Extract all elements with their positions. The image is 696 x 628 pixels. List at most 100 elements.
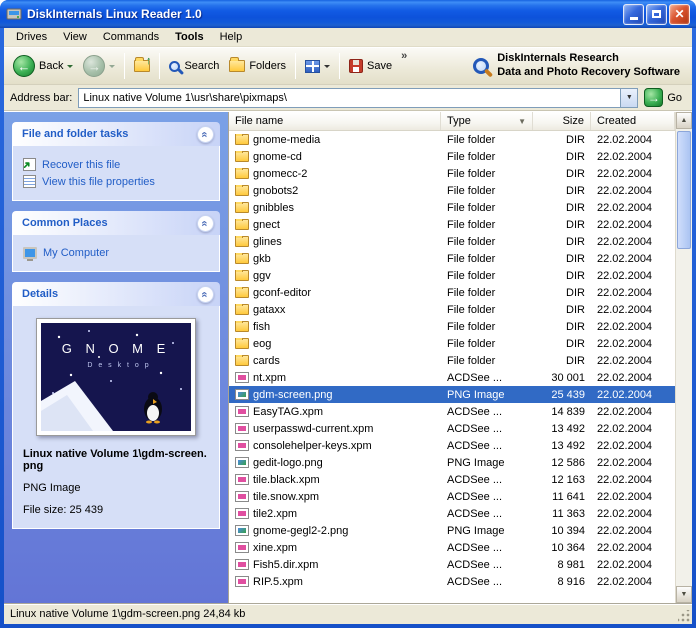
table-row[interactable]: gnome-cd File folder DIR 22.02.2004 bbox=[229, 148, 675, 165]
titlebar[interactable]: DiskInternals Linux Reader 1.0 ✕ bbox=[0, 0, 696, 28]
file-created: 22.02.2004 bbox=[591, 542, 675, 554]
address-input[interactable] bbox=[79, 89, 620, 107]
table-row[interactable]: Fish5.dir.xpm ACDSee ... 8 981 22.02.200… bbox=[229, 556, 675, 573]
menu-item-commands[interactable]: Commands bbox=[95, 29, 167, 45]
list-header: File name Type ▼ Size Created bbox=[229, 112, 675, 131]
tasks-pane-header[interactable]: File and folder tasks » bbox=[12, 122, 220, 146]
maximize-button[interactable] bbox=[646, 4, 667, 25]
file-size: 14 839 bbox=[533, 406, 591, 418]
views-button[interactable] bbox=[300, 58, 335, 75]
table-row[interactable]: ggv File folder DIR 22.02.2004 bbox=[229, 267, 675, 284]
table-row[interactable]: consolehelper-keys.xpm ACDSee ... 13 492… bbox=[229, 437, 675, 454]
table-row[interactable]: tile.snow.xpm ACDSee ... 11 641 22.02.20… bbox=[229, 488, 675, 505]
statusbar: Linux native Volume 1\gdm-screen.png 24,… bbox=[4, 603, 692, 624]
places-pane-header[interactable]: Common Places » bbox=[12, 211, 220, 235]
table-row[interactable]: gataxx File folder DIR 22.02.2004 bbox=[229, 301, 675, 318]
table-row[interactable]: cards File folder DIR 22.02.2004 bbox=[229, 352, 675, 369]
table-row[interactable]: glines File folder DIR 22.02.2004 bbox=[229, 233, 675, 250]
table-row[interactable]: userpasswd-current.xpm ACDSee ... 13 492… bbox=[229, 420, 675, 437]
table-row[interactable]: gnibbles File folder DIR 22.02.2004 bbox=[229, 199, 675, 216]
file-name: glines bbox=[253, 236, 282, 248]
go-button[interactable]: → Go bbox=[644, 88, 686, 107]
table-row[interactable]: gnobots2 File folder DIR 22.02.2004 bbox=[229, 182, 675, 199]
table-row[interactable]: eog File folder DIR 22.02.2004 bbox=[229, 335, 675, 352]
task-view-properties[interactable]: View this file properties bbox=[23, 175, 209, 188]
table-row[interactable]: gnome-gegl2-2.png PNG Image 10 394 22.02… bbox=[229, 522, 675, 539]
table-row[interactable]: EasyTAG.xpm ACDSee ... 14 839 22.02.2004 bbox=[229, 403, 675, 420]
file-icon bbox=[235, 440, 249, 451]
file-created: 22.02.2004 bbox=[591, 508, 675, 520]
folders-button[interactable]: Folders bbox=[224, 58, 291, 74]
table-row[interactable]: gdm-screen.png PNG Image 25 439 22.02.20… bbox=[229, 386, 675, 403]
file-size: DIR bbox=[533, 304, 591, 316]
scrollbar-thumb[interactable] bbox=[677, 131, 691, 249]
my-computer-icon bbox=[23, 247, 37, 259]
back-button[interactable]: ← Back bbox=[8, 53, 78, 79]
task-recover-file[interactable]: Recover this file bbox=[23, 158, 209, 171]
file-created: 22.02.2004 bbox=[591, 440, 675, 452]
vertical-scrollbar[interactable]: ▲ ▼ bbox=[675, 112, 692, 603]
table-row[interactable]: fish File folder DIR 22.02.2004 bbox=[229, 318, 675, 335]
collapse-button[interactable]: » bbox=[197, 215, 214, 232]
file-created: 22.02.2004 bbox=[591, 185, 675, 197]
scrollbar-track[interactable] bbox=[676, 129, 692, 586]
menu-item-tools[interactable]: Tools bbox=[167, 29, 212, 45]
up-one-level-button[interactable]: ↑ bbox=[129, 58, 155, 74]
save-label: Save bbox=[367, 60, 392, 72]
file-icon bbox=[235, 304, 249, 315]
table-row[interactable]: xine.xpm ACDSee ... 10 364 22.02.2004 bbox=[229, 539, 675, 556]
tasks-pane-title: File and folder tasks bbox=[22, 128, 128, 140]
column-header-created[interactable]: Created bbox=[591, 112, 675, 130]
column-header-file-name[interactable]: File name bbox=[229, 112, 441, 130]
forward-button[interactable]: → bbox=[78, 53, 120, 79]
close-button[interactable]: ✕ bbox=[669, 4, 690, 25]
scroll-up-button[interactable]: ▲ bbox=[676, 112, 692, 129]
collapse-button[interactable]: » bbox=[197, 126, 214, 143]
address-dropdown-button[interactable]: ▼ bbox=[620, 89, 637, 107]
column-header-size[interactable]: Size bbox=[533, 112, 591, 130]
file-type: File folder bbox=[441, 253, 533, 265]
scroll-down-button[interactable]: ▼ bbox=[676, 586, 692, 603]
table-row[interactable]: gconf-editor File folder DIR 22.02.2004 bbox=[229, 284, 675, 301]
minimize-button[interactable] bbox=[623, 4, 644, 25]
column-header-type[interactable]: Type ▼ bbox=[441, 112, 533, 130]
details-pane-header[interactable]: Details » bbox=[12, 282, 220, 306]
addressbar: Address bar: ▼ → Go bbox=[4, 85, 692, 111]
menu-item-view[interactable]: View bbox=[55, 29, 95, 45]
menu-item-drives[interactable]: Drives bbox=[8, 29, 55, 45]
file-created: 22.02.2004 bbox=[591, 304, 675, 316]
toolbar-overflow-button[interactable]: » bbox=[397, 50, 411, 62]
task-label[interactable]: Recover this file bbox=[42, 159, 120, 171]
task-label[interactable]: View this file properties bbox=[42, 176, 155, 188]
save-button[interactable]: Save bbox=[344, 57, 397, 75]
file-created: 22.02.2004 bbox=[591, 134, 675, 146]
collapse-button[interactable]: » bbox=[197, 286, 214, 303]
resize-grip[interactable] bbox=[678, 610, 691, 623]
file-icon bbox=[235, 559, 249, 570]
table-row[interactable]: gkb File folder DIR 22.02.2004 bbox=[229, 250, 675, 267]
file-created: 22.02.2004 bbox=[591, 372, 675, 384]
table-row[interactable]: tile.black.xpm ACDSee ... 12 163 22.02.2… bbox=[229, 471, 675, 488]
place-label[interactable]: My Computer bbox=[43, 247, 109, 259]
brand-title: DiskInternals Research bbox=[497, 52, 680, 66]
file-name: nt.xpm bbox=[253, 372, 286, 384]
table-row[interactable]: tile2.xpm ACDSee ... 11 363 22.02.2004 bbox=[229, 505, 675, 522]
table-row[interactable]: gnect File folder DIR 22.02.2004 bbox=[229, 216, 675, 233]
address-label: Address bar: bbox=[10, 92, 72, 104]
table-row[interactable]: gnomecc-2 File folder DIR 22.02.2004 bbox=[229, 165, 675, 182]
detail-file-type: PNG Image bbox=[23, 482, 209, 494]
table-row[interactable]: gnome-media File folder DIR 22.02.2004 bbox=[229, 131, 675, 148]
file-type: PNG Image bbox=[441, 457, 533, 469]
table-row[interactable]: RIP.5.xpm ACDSee ... 8 916 22.02.2004 bbox=[229, 573, 675, 590]
table-row[interactable]: gedit-logo.png PNG Image 12 586 22.02.20… bbox=[229, 454, 675, 471]
file-type: File folder bbox=[441, 236, 533, 248]
file-size: DIR bbox=[533, 168, 591, 180]
views-icon bbox=[305, 60, 320, 73]
toolbar-separator bbox=[295, 53, 296, 79]
place-my-computer[interactable]: My Computer bbox=[23, 247, 209, 259]
brand-magnifier-icon bbox=[473, 58, 489, 74]
places-pane: Common Places » My Computer bbox=[12, 211, 220, 272]
menu-item-help[interactable]: Help bbox=[212, 29, 251, 45]
search-button[interactable]: Search bbox=[164, 58, 224, 74]
table-row[interactable]: nt.xpm ACDSee ... 30 001 22.02.2004 bbox=[229, 369, 675, 386]
